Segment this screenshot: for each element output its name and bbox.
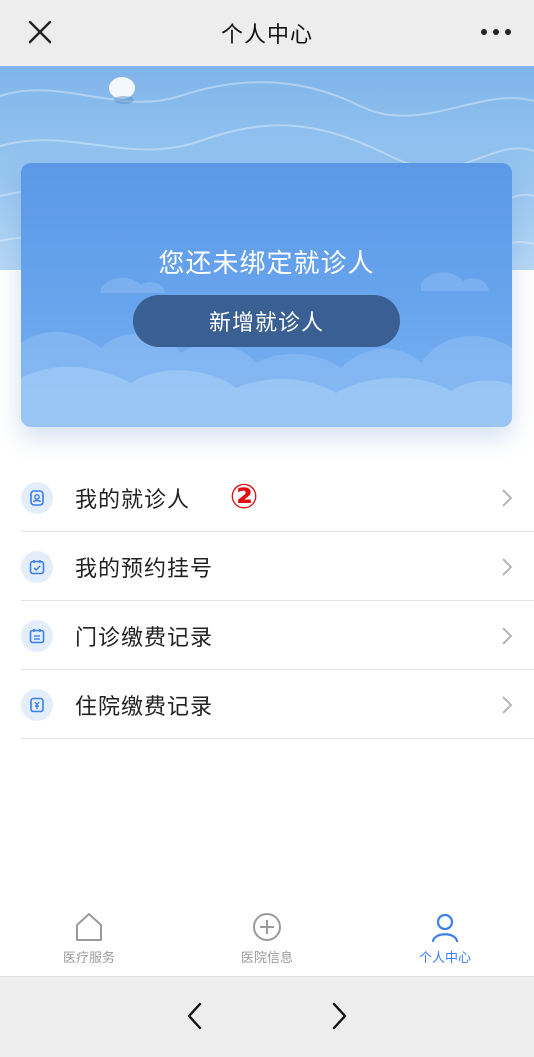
menu-item-outpatient-payments[interactable]: 门诊缴费记录 <box>0 601 534 670</box>
tab-label: 医院信息 <box>240 951 293 966</box>
browser-nav-bar <box>0 976 534 1057</box>
menu-list: 我的就诊人 ② 我的预约挂号 门诊缴费记录 住院缴费记录 <box>0 463 534 739</box>
tab-personal-center[interactable]: 个人中心 <box>356 900 534 966</box>
more-icon[interactable] <box>476 14 516 50</box>
page-title: 个人中心 <box>220 23 313 48</box>
tab-medical-services[interactable]: 医疗服务 <box>0 900 178 966</box>
add-patient-button[interactable]: 新增就诊人 <box>133 295 400 347</box>
tab-bar: 医疗服务 医院信息 个人中心 <box>0 900 534 976</box>
tab-hospital-info[interactable]: 医院信息 <box>178 900 356 966</box>
menu-item-label: 住院缴费记录 <box>75 694 214 720</box>
divider <box>21 738 534 739</box>
tab-label: 医疗服务 <box>62 951 115 966</box>
menu-item-label: 门诊缴费记录 <box>75 625 214 651</box>
user-icon <box>431 913 459 943</box>
chevron-right-icon <box>502 696 513 714</box>
appointment-icon <box>21 551 53 583</box>
hospital-plus-icon <box>253 913 281 941</box>
unbound-message: 您还未绑定就诊人 <box>158 249 375 279</box>
inpatient-bill-icon <box>21 689 53 721</box>
menu-item-label: 我的预约挂号 <box>75 556 214 582</box>
patient-card: 您还未绑定就诊人 新增就诊人 <box>21 163 512 427</box>
ball-decoration <box>109 77 135 104</box>
outpatient-bill-icon <box>21 620 53 652</box>
chevron-right-icon <box>502 489 513 507</box>
menu-item-appointments[interactable]: 我的预约挂号 <box>0 532 534 601</box>
chevron-right-icon <box>502 627 513 645</box>
menu-item-label: 我的就诊人 <box>75 487 191 513</box>
chevron-right-icon <box>502 558 513 576</box>
menu-item-inpatient-payments[interactable]: 住院缴费记录 <box>0 670 534 739</box>
patient-icon <box>21 482 53 514</box>
home-icon <box>76 913 102 941</box>
forward-arrow-icon[interactable] <box>326 999 352 1033</box>
top-bar: 个人中心 <box>0 0 534 66</box>
annotation-badge: ② <box>229 477 259 517</box>
tab-label: 个人中心 <box>418 951 471 966</box>
back-arrow-icon[interactable] <box>182 999 208 1033</box>
menu-item-my-patients[interactable]: 我的就诊人 ② <box>0 463 534 532</box>
close-icon[interactable] <box>22 14 58 50</box>
